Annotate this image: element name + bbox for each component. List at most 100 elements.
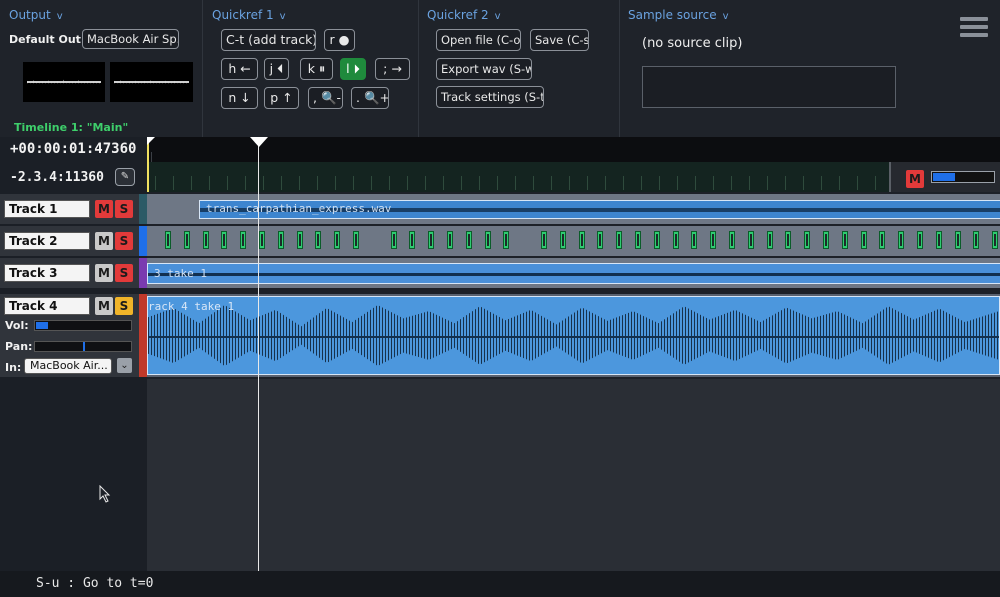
midi-clip[interactable] [240, 231, 247, 249]
default-out-select[interactable]: MacBook Air Sp... [82, 29, 179, 49]
midi-clip[interactable] [710, 231, 717, 249]
audio-clip[interactable]: 3 take 1 [147, 263, 1000, 284]
add-track-button[interactable]: C-t (add track) [221, 29, 316, 51]
track-lane-3[interactable]: 3 take 1 [147, 258, 1000, 288]
midi-clip[interactable] [465, 231, 472, 249]
pause-button[interactable]: k ⏸ [300, 58, 333, 80]
solo-button[interactable]: S [115, 264, 133, 282]
zoom-in-button[interactable]: . 🔍+ [351, 87, 389, 109]
quickref1-title[interactable]: Quickref 1 v [212, 8, 286, 22]
midi-clip[interactable] [879, 231, 886, 249]
track-name[interactable]: Track 4 [4, 297, 90, 315]
left-button[interactable]: h ← [221, 58, 258, 80]
mute-button[interactable]: M [95, 200, 113, 218]
track-lane-4[interactable]: rack 4 take 1 [147, 294, 1000, 377]
midi-clip[interactable] [202, 231, 209, 249]
playhead-handle-icon[interactable] [250, 137, 268, 147]
volume-slider[interactable] [34, 320, 132, 331]
midi-clip[interactable] [898, 231, 905, 249]
quickref2-title[interactable]: Quickref 2 v [427, 8, 501, 22]
midi-clip[interactable] [841, 231, 848, 249]
chevron-down-icon[interactable]: v [280, 11, 286, 22]
midi-clip[interactable] [992, 231, 999, 249]
midi-clip[interactable] [954, 231, 961, 249]
mute-button[interactable]: M [95, 297, 113, 315]
midi-clip[interactable] [165, 231, 171, 249]
midi-clip[interactable] [221, 231, 228, 249]
chevron-down-icon[interactable]: v [57, 11, 63, 22]
down-button[interactable]: n ↓ [221, 87, 258, 109]
zoom-out-button[interactable]: , 🔍- [308, 87, 343, 109]
midi-clip[interactable] [597, 231, 604, 249]
mute-button[interactable]: M [95, 264, 113, 282]
sample-source-box[interactable] [642, 66, 896, 108]
save-button[interactable]: Save (C-s) [530, 29, 589, 51]
right-button[interactable]: ; → [375, 58, 410, 80]
hamburger-menu-icon[interactable] [960, 17, 988, 37]
record-button[interactable]: r ● [324, 29, 355, 51]
midi-clip[interactable] [917, 231, 923, 249]
midi-clip[interactable] [315, 231, 322, 249]
track-header-1[interactable]: Track 1 M S [0, 194, 147, 224]
midi-clip[interactable] [353, 231, 359, 249]
midi-clip[interactable] [277, 231, 284, 249]
mute-button[interactable]: M [95, 232, 113, 250]
midi-clip[interactable] [635, 231, 641, 249]
sample-source-title[interactable]: Sample source v [628, 8, 729, 22]
prev-button[interactable]: j ⏴ [264, 58, 289, 80]
marker-icon[interactable]: ✎ [115, 168, 135, 186]
midi-clip[interactable] [785, 231, 792, 249]
midi-clip[interactable] [503, 231, 510, 249]
open-file-button[interactable]: Open file (C-o) [436, 29, 521, 51]
input-select[interactable]: MacBook Air... [24, 358, 112, 374]
midi-clip[interactable] [672, 231, 679, 249]
midi-clip[interactable] [804, 231, 811, 249]
solo-button[interactable]: S [115, 232, 133, 250]
timeline-empty-area[interactable] [147, 379, 1000, 571]
midi-clip[interactable] [428, 231, 435, 249]
audio-clip[interactable]: trans_carpathian_express.wav [199, 200, 1000, 219]
midi-clip[interactable] [334, 231, 341, 249]
midi-clip[interactable] [578, 231, 585, 249]
midi-clip[interactable] [541, 231, 547, 249]
midi-clip[interactable] [447, 231, 453, 249]
timeline-overview[interactable] [147, 162, 1000, 192]
chevron-down-icon[interactable]: v [723, 11, 729, 22]
midi-clip[interactable] [973, 231, 980, 249]
track-lane-1[interactable]: trans_carpathian_express.wav [147, 194, 1000, 224]
track-lane-2[interactable] [147, 226, 1000, 256]
track-header-3[interactable]: Track 3 M S [0, 258, 147, 288]
solo-button[interactable]: S [115, 297, 133, 315]
midi-clip[interactable] [823, 231, 829, 249]
track-name[interactable]: Track 2 [4, 232, 90, 250]
midi-clip[interactable] [747, 231, 754, 249]
midi-clip[interactable] [616, 231, 623, 249]
time-ruler[interactable] [147, 137, 1000, 162]
midi-clip[interactable] [259, 231, 265, 249]
midi-clip[interactable] [484, 231, 491, 249]
midi-clip[interactable] [653, 231, 660, 249]
start-marker-icon[interactable] [147, 137, 155, 145]
track-settings-button[interactable]: Track settings (S-t) [436, 86, 544, 108]
midi-clip[interactable] [935, 231, 942, 249]
midi-clip[interactable] [559, 231, 566, 249]
audio-clip[interactable]: rack 4 take 1 [147, 296, 1000, 375]
master-mute-button[interactable]: M [906, 170, 924, 188]
midi-clip[interactable] [691, 231, 698, 249]
chevron-down-icon[interactable]: ⌄ [117, 358, 132, 373]
chevron-down-icon[interactable]: v [495, 11, 501, 22]
play-button[interactable]: l ⏵ [340, 58, 366, 80]
midi-clip[interactable] [766, 231, 773, 249]
solo-button[interactable]: S [115, 200, 133, 218]
playhead[interactable] [258, 137, 259, 571]
output-title[interactable]: Output v [9, 8, 63, 22]
midi-clip[interactable] [390, 231, 397, 249]
midi-clip[interactable] [296, 231, 303, 249]
track-name[interactable]: Track 3 [4, 264, 90, 282]
midi-clip[interactable] [860, 231, 867, 249]
up-button[interactable]: p ↑ [264, 87, 299, 109]
track-header-2[interactable]: Track 2 M S [0, 226, 147, 256]
export-wav-button[interactable]: Export wav (S-w) [436, 58, 532, 80]
track-name[interactable]: Track 1 [4, 200, 90, 218]
pan-slider[interactable] [34, 341, 132, 352]
